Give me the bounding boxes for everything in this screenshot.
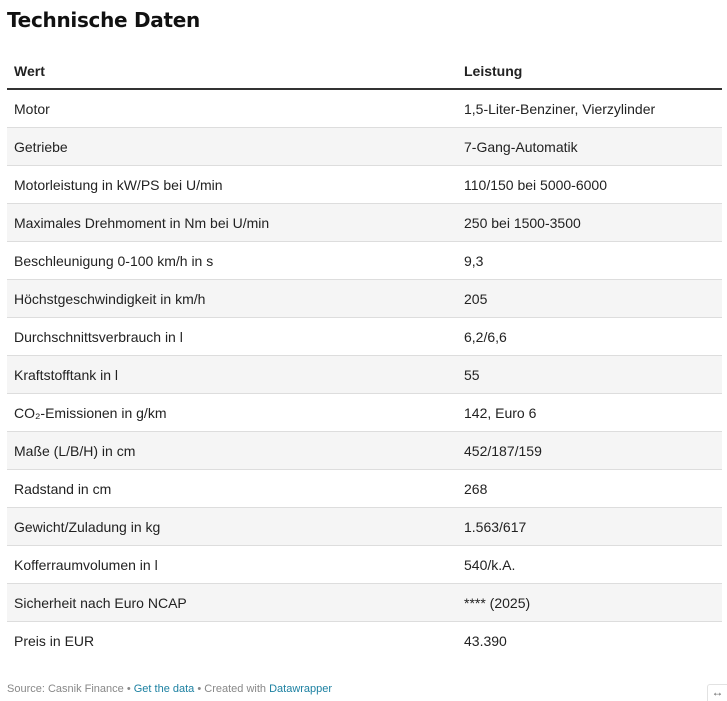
- cell-wert: Motorleistung in kW/PS bei U/min: [14, 176, 223, 193]
- created-with-text: Created with: [204, 683, 270, 695]
- cell-leistung: 43.390: [464, 633, 507, 649]
- cell-wert: Kraftstofftank in l: [14, 366, 119, 383]
- table-row: Höchstgeschwindigkeit in km/h 205: [7, 280, 722, 318]
- table-row: Motorleistung in kW/PS bei U/min 110/150 …: [7, 166, 722, 204]
- table-row: Kofferraumvolumen in l 540/k.A.: [7, 546, 722, 584]
- table-row: Motor 1,5-Liter-Benziner, Vierzylinder: [7, 90, 722, 128]
- table-row: CO₂-Emissionen in g/km 142, Euro 6: [7, 394, 722, 432]
- separator: •: [123, 683, 134, 695]
- expand-horizontal-icon[interactable]: ↔: [707, 684, 727, 701]
- cell-leistung: 540/k.A.: [464, 556, 516, 573]
- table-row: Sicherheit nach Euro NCAP **** (2025): [7, 584, 722, 622]
- cell-leistung: 452/187/159: [464, 442, 542, 459]
- get-the-data-link[interactable]: Get the data: [134, 683, 195, 695]
- cell-wert: Maximales Drehmoment in Nm bei U/min: [14, 214, 270, 231]
- table-row: Radstand in cm 268: [7, 470, 722, 508]
- separator: •: [194, 683, 205, 695]
- source-text: Source: Casnik Finance: [7, 683, 124, 695]
- cell-wert: Maße (L/B/H) in cm: [14, 442, 136, 459]
- data-table: Wert Leistung Motor 1,5-Liter-Benziner, V…: [7, 53, 722, 660]
- table-row: Getriebe 7-Gang-Automatik: [7, 128, 722, 166]
- cell-leistung: **** (2025): [464, 594, 531, 611]
- cell-leistung: 7-Gang-Automatik: [464, 138, 578, 155]
- cell-leistung: 110/150 bei 5000-6000: [464, 176, 607, 193]
- cell-wert: CO₂-Emissionen in g/km: [14, 404, 167, 421]
- page-title: Technische Daten: [7, 8, 200, 32]
- cell-wert: Motor: [14, 100, 50, 117]
- table-row: Maße (L/B/H) in cm 452/187/159: [7, 432, 722, 470]
- cell-leistung: 1.563/617: [464, 518, 527, 535]
- cell-leistung: 6,2/6,6: [464, 328, 507, 345]
- cell-wert: Beschleunigung 0-100 km/h in s: [14, 252, 214, 269]
- cell-wert: Preis in EUR: [14, 633, 95, 649]
- table-row: Maximales Drehmoment in Nm bei U/min 250 …: [7, 204, 722, 242]
- table-row: Gewicht/Zuladung in kg 1.563/617: [7, 508, 722, 546]
- table-header: Wert Leistung: [7, 53, 722, 90]
- table-row: Beschleunigung 0-100 km/h in s 9,3: [7, 242, 722, 280]
- cell-wert: Höchstgeschwindigkeit in km/h: [14, 290, 206, 307]
- cell-leistung: 1,5-Liter-Benziner, Vierzylinder: [464, 100, 656, 117]
- table-body: Motor 1,5-Liter-Benziner, Vierzylinder Get…: [7, 90, 722, 660]
- cell-wert: Durchschnittsverbrauch in l: [14, 328, 183, 345]
- table-row: Kraftstofftank in l 55: [7, 356, 722, 394]
- header-wert[interactable]: Wert: [7, 63, 457, 79]
- cell-leistung: 55: [464, 366, 480, 383]
- header-leistung[interactable]: Leistung: [457, 63, 722, 79]
- cell-leistung: 142, Euro 6: [464, 404, 537, 421]
- table-row: Preis in EUR 43.390: [7, 622, 722, 660]
- cell-wert: Sicherheit nach Euro NCAP: [14, 594, 187, 611]
- cell-wert: Kofferraumvolumen in l: [14, 556, 158, 573]
- cell-leistung: 268: [464, 480, 488, 497]
- cell-wert: Getriebe: [14, 138, 68, 155]
- datawrapper-link[interactable]: Datawrapper: [269, 683, 332, 695]
- cell-leistung: 9,3: [464, 252, 484, 269]
- cell-wert: Gewicht/Zuladung in kg: [14, 518, 161, 535]
- footer: Source: Casnik Finance • Get the data • …: [7, 683, 332, 695]
- cell-leistung: 205: [464, 290, 488, 307]
- cell-leistung: 250 bei 1500-3500: [464, 214, 581, 231]
- cell-wert: Radstand in cm: [14, 480, 112, 497]
- table-row: Durchschnittsverbrauch in l 6,2/6,6: [7, 318, 722, 356]
